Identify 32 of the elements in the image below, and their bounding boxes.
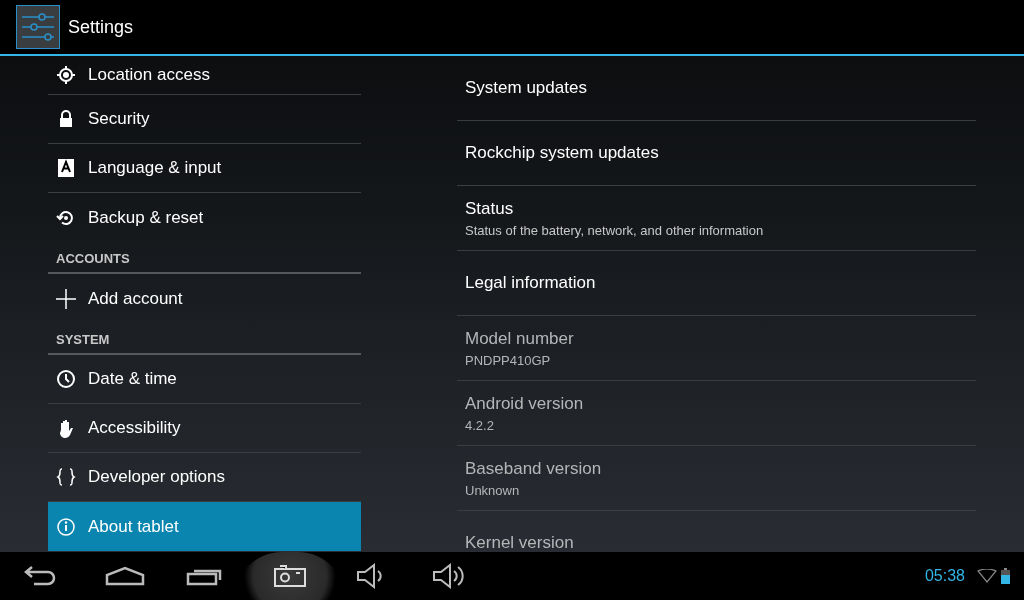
speaker-high-icon [432, 563, 466, 589]
plus-icon [56, 288, 76, 309]
about-entry[interactable]: Status Status of the battery, network, and other information [457, 186, 976, 251]
about-entry: Android version 4.2.2 [457, 381, 976, 446]
sliders-icon[interactable] [16, 5, 60, 49]
settings-category[interactable]: Language & input [48, 144, 361, 193]
braces-icon [56, 467, 76, 487]
clock-icon [56, 369, 76, 389]
back-arrow-icon [22, 566, 58, 586]
about-entry[interactable]: System updates [457, 56, 976, 121]
about-entry: Baseband version Unknown [457, 446, 976, 511]
settings-category[interactable]: Security [48, 95, 361, 144]
about-entry[interactable]: Legal information [457, 251, 976, 316]
section-header: SYSTEM [56, 330, 110, 349]
wifi-icon [977, 569, 997, 583]
about-entry: Model number PNDPP410GP [457, 316, 976, 381]
settings-category[interactable]: About tablet [48, 502, 361, 551]
location-icon [56, 65, 76, 85]
section-header: ACCOUNTS [56, 249, 130, 268]
settings-category[interactable]: Backup & reset [48, 193, 361, 242]
home-icon [105, 566, 145, 586]
clock: 05:38 [924, 566, 965, 586]
about-entry[interactable]: Rockchip system updates [457, 121, 976, 186]
settings-category[interactable]: Location access [48, 56, 361, 95]
info-icon [56, 516, 76, 537]
settings-category[interactable]: Date & time [48, 355, 361, 404]
keyboard-letter-icon [56, 158, 76, 178]
camera-icon [274, 565, 306, 587]
settings-category[interactable]: Add account [48, 274, 361, 323]
settings-category[interactable]: Accessibility [48, 404, 361, 453]
battery-icon [1001, 568, 1010, 584]
app-title: Settings [68, 15, 134, 39]
